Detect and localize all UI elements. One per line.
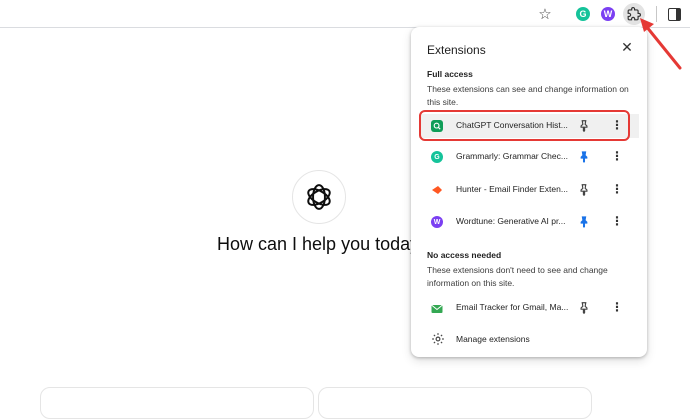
more-options-icon[interactable]: ⋮	[611, 183, 623, 197]
annotation-arrow-icon	[640, 18, 682, 70]
full-access-description: These extensions can see and change info…	[427, 84, 629, 107]
browser-toolbar: ☆ G W	[0, 0, 690, 28]
no-access-heading: No access needed	[427, 250, 502, 260]
manage-extensions-button[interactable]: Manage extensions	[419, 327, 639, 351]
manage-extensions-label: Manage extensions	[456, 334, 530, 344]
no-access-description: These extensions don't need to see and c…	[427, 265, 608, 288]
extension-name: Wordtune: Generative AI pr...	[456, 216, 566, 226]
wordtune-toolbar-icon[interactable]: W	[598, 4, 618, 24]
grammarly-icon: G	[431, 151, 443, 163]
popup-title: Extensions	[427, 43, 486, 57]
extension-name: Hunter - Email Finder Exten...	[456, 184, 568, 194]
hunter-icon	[431, 184, 443, 196]
extension-name: Email Tracker for Gmail, Ma...	[456, 302, 569, 312]
extension-item[interactable]: Email Tracker for Gmail, Ma... ⋮	[419, 296, 639, 320]
full-access-heading: Full access	[427, 69, 473, 79]
pin-icon[interactable]	[577, 150, 591, 164]
extension-item[interactable]: Hunter - Email Finder Exten... ⋮	[419, 178, 639, 202]
pin-icon[interactable]	[577, 183, 591, 197]
pin-icon[interactable]	[577, 215, 591, 229]
page-headline: How can I help you today	[217, 234, 420, 254]
extension-item[interactable]: W Wordtune: Generative AI pr... ⋮	[419, 210, 639, 234]
wordtune-icon: W	[431, 216, 443, 228]
extension-item[interactable]: G Grammarly: Grammar Chec... ⋮	[419, 145, 639, 169]
annotation-highlight-box	[419, 110, 630, 141]
extensions-popup: Extensions ✕ Full access These extension…	[411, 27, 647, 357]
grammarly-toolbar-icon[interactable]: G	[573, 4, 593, 24]
more-options-icon[interactable]: ⋮	[611, 215, 623, 229]
more-options-icon[interactable]: ⋮	[611, 301, 623, 315]
email-tracker-icon	[431, 302, 443, 314]
chatgpt-logo	[292, 170, 346, 224]
pin-icon[interactable]	[577, 301, 591, 315]
more-options-icon[interactable]: ⋮	[611, 150, 623, 164]
gear-icon	[431, 332, 445, 351]
suggestion-card[interactable]	[40, 387, 314, 419]
openai-logo-icon	[307, 184, 331, 210]
bookmark-star-icon[interactable]: ☆	[535, 4, 555, 24]
extension-name: Grammarly: Grammar Chec...	[456, 151, 568, 161]
suggestion-card[interactable]	[318, 387, 592, 419]
